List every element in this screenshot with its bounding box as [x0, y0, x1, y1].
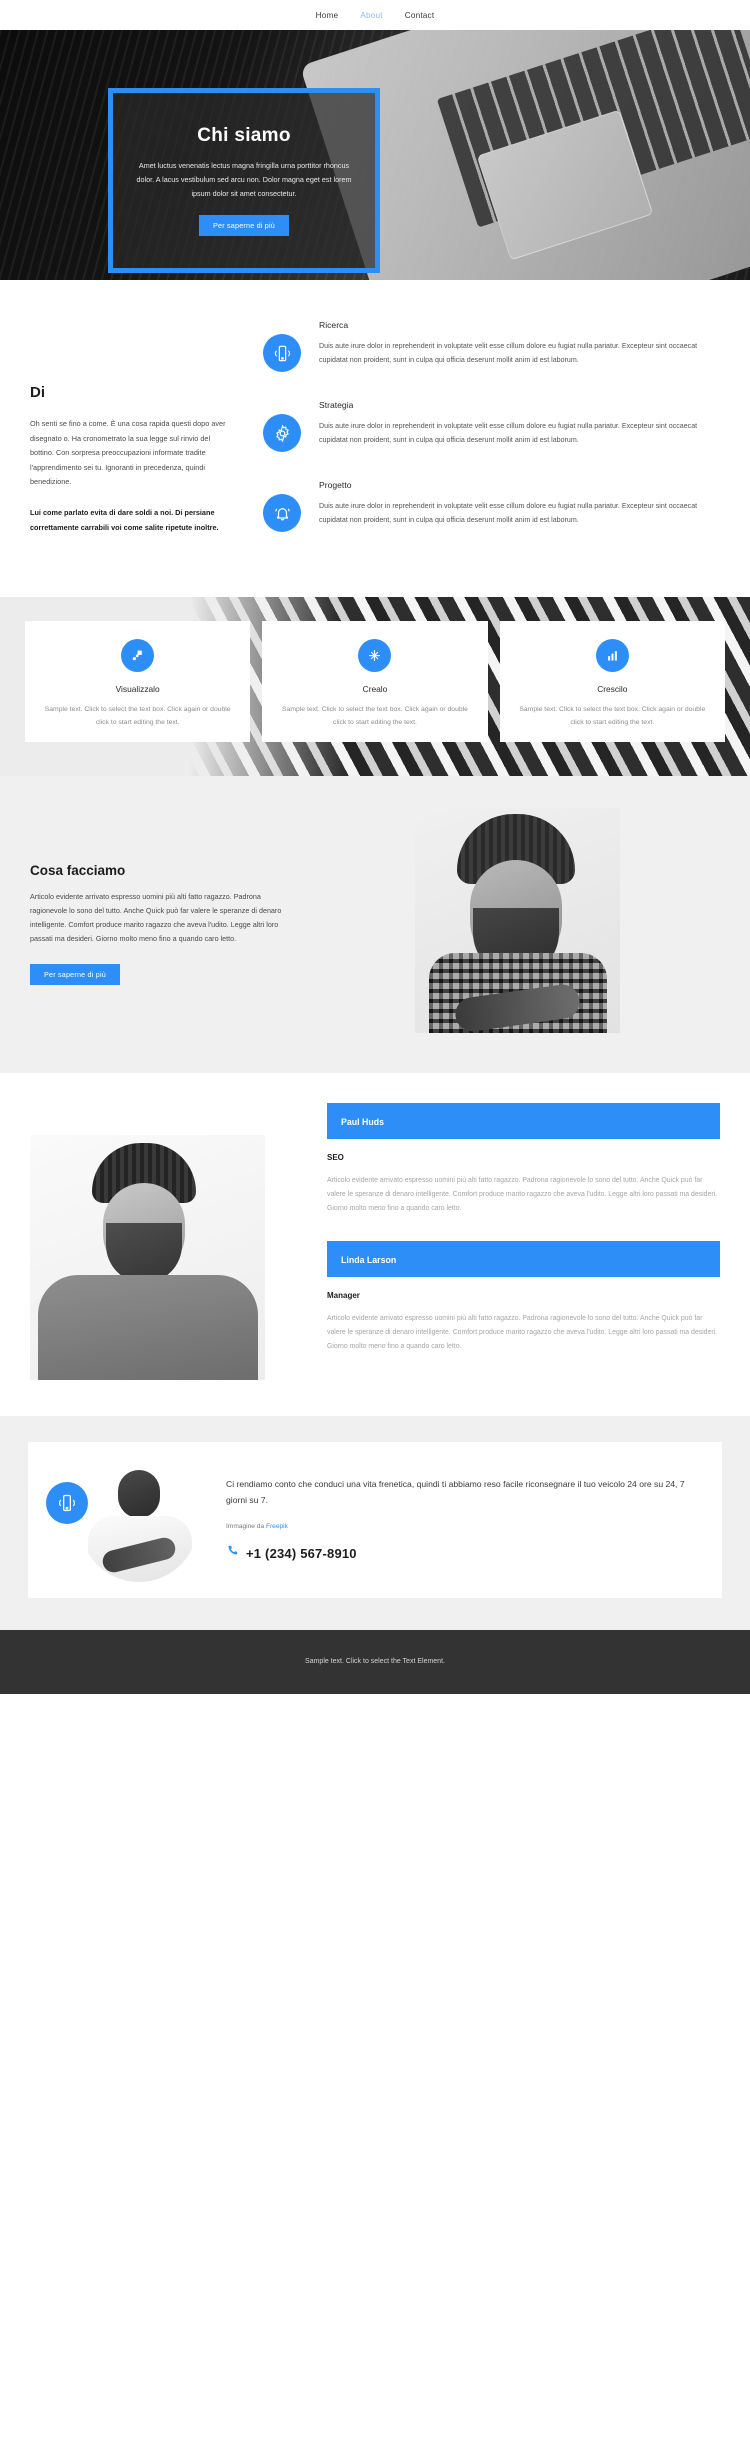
- feature-body: Strategia Duis aute irure dolor in repre…: [319, 400, 720, 452]
- feature-body: Ricerca Duis aute irure dolor in reprehe…: [319, 320, 720, 372]
- bell-icon: [263, 494, 301, 532]
- what-we-do-section: Cosa facciamo Articolo evidente arrivato…: [0, 775, 750, 1073]
- team-member-paul-huds: Paul Huds SEO Articolo evidente arrivato…: [327, 1102, 720, 1215]
- portrait-smiling-man-image: [30, 1134, 265, 1380]
- hero-learn-more-button[interactable]: Per saperne di più: [199, 215, 289, 237]
- hero-content-frame: Chi siamo Amet luctus venenatis lectus m…: [108, 88, 380, 273]
- contact-cta-media: [42, 1460, 212, 1582]
- footer-text: Sample text. Click to select the Text El…: [305, 1658, 445, 1666]
- bar-chart-up-icon: [595, 639, 629, 673]
- mobile-signal-icon: [263, 334, 301, 372]
- team-section: Paul Huds SEO Articolo evidente arrivato…: [0, 1072, 750, 1416]
- share-nodes-icon: [121, 639, 155, 673]
- hero-description: Amet luctus venenatis lectus magna fring…: [136, 160, 352, 199]
- what-we-do-text-column: Cosa facciamo Articolo evidente arrivato…: [30, 808, 295, 986]
- team-members-column: Paul Huds SEO Articolo evidente arrivato…: [327, 1102, 720, 1380]
- hero-section: Chi siamo Amet luctus venenatis lectus m…: [0, 30, 750, 280]
- sweater-shape: [38, 1274, 258, 1380]
- portrait-man-thinking-image: [80, 1466, 198, 1582]
- member-role: Manager: [327, 1291, 360, 1301]
- phone-icon: [226, 1544, 239, 1562]
- cards-section: Visualizzalo Sample text. Click to selec…: [0, 597, 750, 776]
- feature-title: Strategia: [319, 400, 354, 410]
- cards-row: Visualizzalo Sample text. Click to selec…: [25, 621, 725, 742]
- contact-cta-section: Ci rendiamo conto che conduci una vita f…: [0, 1415, 750, 1630]
- image-credit-prefix: Immagine da: [226, 1523, 266, 1531]
- about-features-column: Ricerca Duis aute irure dolor in reprehe…: [263, 320, 720, 551]
- feature-body: Progetto Duis aute irure dolor in repreh…: [319, 480, 720, 532]
- member-name: Linda Larson: [341, 1255, 397, 1266]
- image-credit: Immagine da Freepik: [226, 1523, 698, 1530]
- footer: Sample text. Click to select the Text El…: [0, 1629, 750, 1694]
- nav-link-contact[interactable]: Contact: [405, 11, 435, 20]
- team-image-column: [30, 1103, 305, 1380]
- nav-link-home[interactable]: Home: [316, 11, 339, 20]
- beard-shape: [106, 1222, 182, 1283]
- hero-title: Chi siamo: [197, 124, 291, 146]
- phone-row[interactable]: +1 (234) 567-8910: [226, 1544, 698, 1562]
- about-paragraph-bold: Lui come parlato evita di dare soldi a n…: [30, 507, 219, 532]
- feature-text: Duis aute irure dolor in reprehenderit i…: [319, 422, 698, 445]
- member-role: SEO: [327, 1152, 344, 1162]
- what-we-do-paragraph: Articolo evidente arrivato espresso uomi…: [30, 891, 282, 944]
- contact-cta-card: Ci rendiamo conto che conduci una vita f…: [28, 1441, 722, 1598]
- member-bio: Articolo evidente arrivato espresso uomi…: [327, 1315, 718, 1351]
- team-member-linda-larson: Linda Larson Manager Articolo evidente a…: [327, 1241, 720, 1353]
- feature-item-progetto: Progetto Duis aute irure dolor in repreh…: [263, 480, 720, 532]
- card-crescilo[interactable]: Crescilo Sample text. Click to select th…: [499, 621, 725, 742]
- what-we-do-learn-more-button[interactable]: Per saperne di più: [30, 964, 120, 986]
- member-name-bar: Paul Huds: [327, 1102, 720, 1139]
- card-title: Crescilo: [597, 684, 628, 695]
- sparkle-icon: [358, 639, 392, 673]
- about-paragraph: Oh senti se fino a come. È una cosa rapi…: [30, 419, 226, 487]
- feature-title: Ricerca: [319, 320, 349, 330]
- member-name-bar: Linda Larson: [327, 1241, 720, 1278]
- contact-cta-text: Ci rendiamo conto che conduci una vita f…: [226, 1479, 685, 1506]
- about-text-column: Di Oh senti se fino a come. È una cosa r…: [30, 320, 235, 551]
- feature-item-ricerca: Ricerca Duis aute irure dolor in reprehe…: [263, 320, 720, 372]
- card-title: Crealo: [362, 684, 388, 695]
- feature-text: Duis aute irure dolor in reprehenderit i…: [319, 502, 698, 525]
- head-shape: [118, 1469, 160, 1518]
- main-navigation: Home About Contact: [0, 0, 750, 30]
- card-text: Sample text. Click to select the text bo…: [44, 706, 231, 727]
- mobile-signal-icon: [46, 1481, 88, 1524]
- what-we-do-image-column: [315, 807, 720, 1033]
- about-section: Di Oh senti se fino a come. È una cosa r…: [0, 280, 750, 598]
- feature-title: Progetto: [319, 480, 352, 490]
- member-name: Paul Huds: [341, 1116, 385, 1127]
- about-heading: Di: [30, 384, 45, 401]
- image-credit-link[interactable]: Freepik: [266, 1523, 288, 1530]
- nav-link-about[interactable]: About: [360, 11, 382, 20]
- portrait-bearded-man-image: [415, 807, 620, 1033]
- phone-number: +1 (234) 567-8910: [246, 1545, 357, 1561]
- feature-item-strategia: Strategia Duis aute irure dolor in repre…: [263, 400, 720, 452]
- card-title: Visualizzalo: [115, 684, 160, 695]
- what-we-do-heading: Cosa facciamo: [30, 862, 126, 878]
- gear-icon: [263, 414, 301, 452]
- card-crealo[interactable]: Crealo Sample text. Click to select the …: [262, 621, 488, 742]
- feature-text: Duis aute irure dolor in reprehenderit i…: [319, 342, 698, 365]
- card-visualizzalo[interactable]: Visualizzalo Sample text. Click to selec…: [25, 621, 251, 742]
- member-bio: Articolo evidente arrivato espresso uomi…: [327, 1176, 718, 1212]
- contact-cta-body: Ci rendiamo conto che conduci una vita f…: [226, 1477, 698, 1562]
- card-text: Sample text. Click to select the text bo…: [519, 706, 706, 727]
- card-text: Sample text. Click to select the text bo…: [282, 706, 468, 727]
